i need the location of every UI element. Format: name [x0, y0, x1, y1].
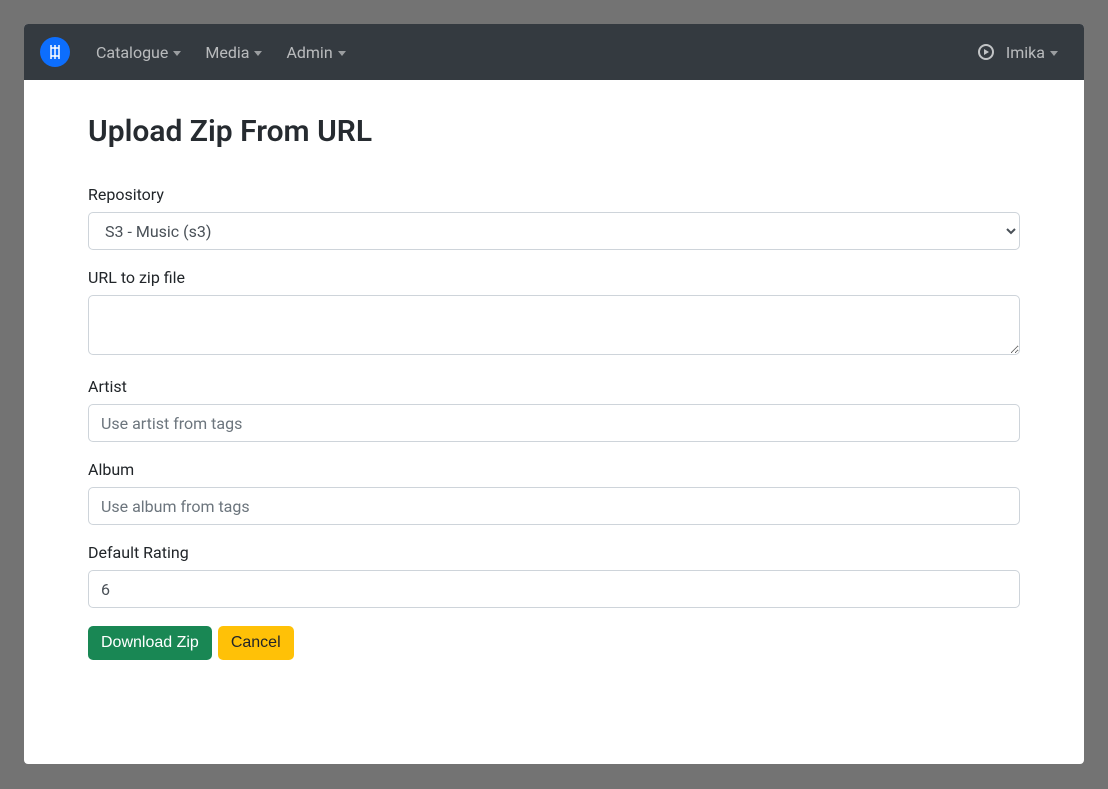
navbar: Catalogue Media Admin Imika: [24, 24, 1084, 80]
content: Upload Zip From URL Repository S3 - Musi…: [24, 80, 1084, 684]
download-zip-button[interactable]: Download Zip: [88, 626, 212, 660]
button-row: Download Zip Cancel: [88, 626, 1020, 660]
field-rating: Default Rating: [88, 543, 1020, 608]
chevron-down-icon: [173, 51, 181, 56]
nav-catalogue[interactable]: Catalogue: [86, 35, 191, 70]
label-rating: Default Rating: [88, 543, 1020, 562]
field-url: URL to zip file: [88, 268, 1020, 359]
input-album[interactable]: [88, 487, 1020, 525]
label-url: URL to zip file: [88, 268, 1020, 287]
nav-admin-label: Admin: [286, 43, 332, 62]
play-icon[interactable]: [978, 44, 994, 60]
select-repository[interactable]: S3 - Music (s3): [88, 212, 1020, 250]
nav-admin[interactable]: Admin: [276, 35, 355, 70]
input-rating[interactable]: [88, 570, 1020, 608]
nav-right: Imika: [978, 35, 1068, 70]
app-logo-icon[interactable]: [40, 37, 70, 67]
nav-media-label: Media: [205, 43, 249, 62]
field-artist: Artist: [88, 377, 1020, 442]
cancel-button[interactable]: Cancel: [218, 626, 294, 660]
nav-user[interactable]: Imika: [1006, 35, 1068, 70]
field-repository: Repository S3 - Music (s3): [88, 185, 1020, 250]
chevron-down-icon: [338, 51, 346, 56]
nav-left: Catalogue Media Admin: [86, 35, 356, 70]
nav-user-label: Imika: [1006, 43, 1045, 62]
textarea-url[interactable]: [88, 295, 1020, 355]
app-window: Catalogue Media Admin Imika Upload Zip F…: [24, 24, 1084, 764]
page-title: Upload Zip From URL: [88, 114, 1020, 149]
label-repository: Repository: [88, 185, 1020, 204]
label-artist: Artist: [88, 377, 1020, 396]
label-album: Album: [88, 460, 1020, 479]
input-artist[interactable]: [88, 404, 1020, 442]
field-album: Album: [88, 460, 1020, 525]
nav-catalogue-label: Catalogue: [96, 43, 168, 62]
chevron-down-icon: [1050, 51, 1058, 56]
nav-media[interactable]: Media: [195, 35, 272, 70]
chevron-down-icon: [254, 51, 262, 56]
